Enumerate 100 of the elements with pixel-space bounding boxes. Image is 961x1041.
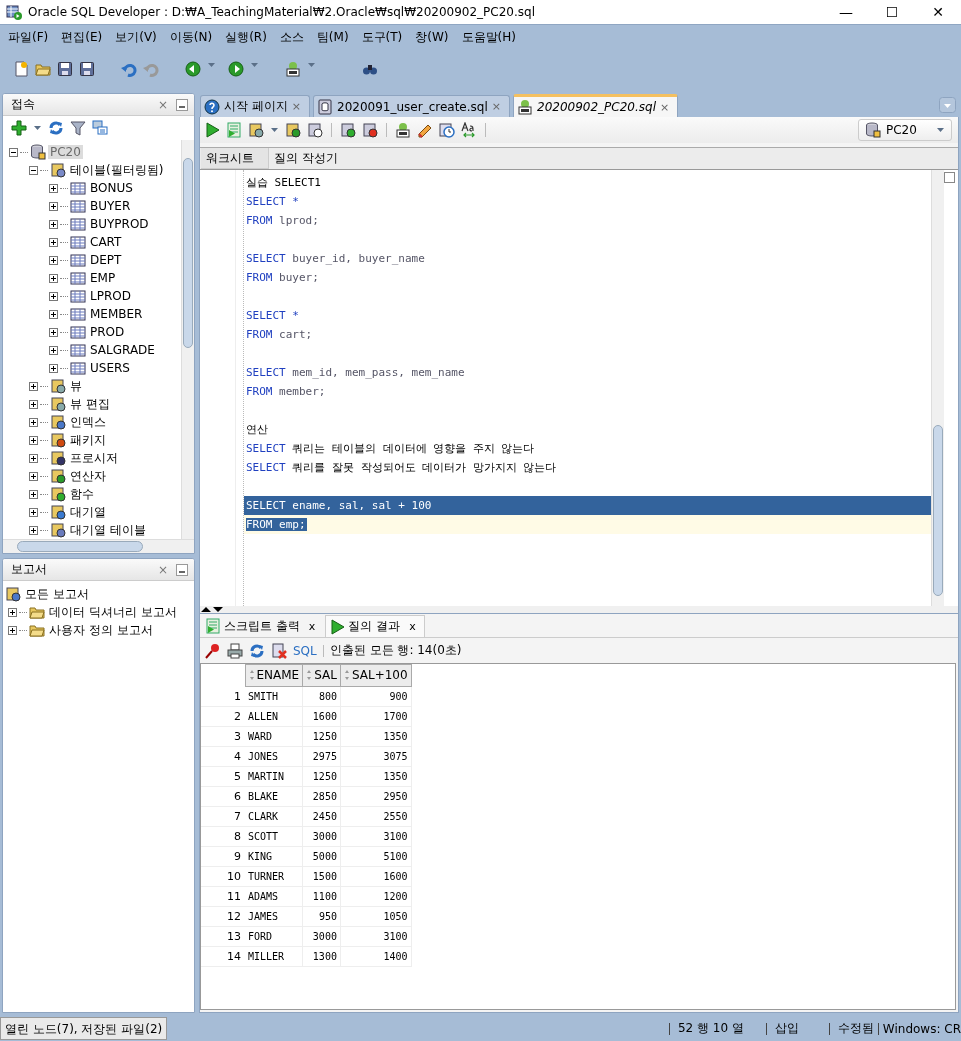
menu-item[interactable]: 소스: [274, 28, 312, 46]
tree-item[interactable]: CART: [88, 235, 124, 249]
vertical-scrollbar[interactable]: [181, 140, 194, 539]
report-folder-icon[interactable]: [29, 622, 45, 638]
tree-item[interactable]: 모든 보고서: [23, 585, 91, 603]
app-logo-icon[interactable]: [6, 4, 22, 20]
queue-folder-icon[interactable]: [50, 504, 66, 520]
new-file-icon[interactable]: [13, 61, 29, 77]
caret-icon[interactable]: [270, 126, 279, 134]
tree-item[interactable]: 사용자 정의 보고서: [47, 621, 155, 639]
tree-item[interactable]: PROD: [88, 325, 127, 339]
expand-icon[interactable]: [49, 273, 58, 283]
schema-browser-icon[interactable]: [92, 120, 108, 136]
table-icon[interactable]: [70, 234, 86, 250]
menu-item[interactable]: 도움말(H): [456, 28, 524, 46]
tree-item[interactable]: MEMBER: [88, 307, 145, 321]
menu-item[interactable]: 보기(V): [110, 28, 165, 46]
operator-folder-icon[interactable]: [50, 468, 66, 484]
package-folder-icon[interactable]: [50, 432, 66, 448]
expand-icon[interactable]: [29, 417, 38, 427]
expand-icon[interactable]: [29, 453, 38, 463]
caret-icon[interactable]: [33, 124, 42, 132]
worksheet-tab[interactable]: 워크시트: [201, 148, 269, 169]
table-icon[interactable]: [70, 252, 86, 268]
run-icon[interactable]: [204, 122, 220, 138]
view-folder-icon[interactable]: [50, 396, 66, 412]
expand-icon[interactable]: [49, 291, 58, 301]
tree-item[interactable]: 패키지: [68, 431, 108, 449]
table-icon[interactable]: [70, 306, 86, 322]
minimize-button[interactable]: —: [823, 4, 869, 20]
run-icon[interactable]: [329, 618, 346, 635]
database-icon[interactable]: [865, 122, 881, 138]
connection-dropdown[interactable]: PC20: [858, 119, 952, 141]
maximize-button[interactable]: ☐: [869, 4, 915, 20]
tree-item[interactable]: 뷰 편집: [68, 395, 112, 413]
back-icon[interactable]: [185, 61, 201, 77]
expand-icon[interactable]: [49, 219, 58, 229]
function-folder-icon[interactable]: [50, 486, 66, 502]
caret-icon[interactable]: [207, 61, 216, 69]
refresh-icon[interactable]: [249, 642, 265, 659]
tree-item[interactable]: DEPT: [88, 253, 124, 267]
column-header[interactable]: ENAME: [245, 664, 303, 687]
minimize-icon[interactable]: [176, 98, 188, 111]
table-icon[interactable]: [70, 288, 86, 304]
minimize-icon[interactable]: [176, 563, 188, 576]
table-icon[interactable]: [70, 342, 86, 358]
expand-icon[interactable]: [29, 525, 38, 535]
tree-item[interactable]: PC20: [48, 145, 83, 159]
expand-icon[interactable]: [49, 327, 58, 337]
open-folder-icon[interactable]: [35, 61, 51, 77]
document-tab[interactable]: 20200902_PC20.sql ×: [513, 94, 679, 117]
close-button[interactable]: ×: [291, 100, 302, 113]
table-icon[interactable]: [70, 270, 86, 286]
tree-item[interactable]: USERS: [88, 361, 132, 375]
add-icon[interactable]: [11, 120, 27, 136]
tree-item[interactable]: 프로시저: [68, 449, 120, 467]
menu-item[interactable]: 팀(M): [311, 28, 357, 46]
worksheet-tab[interactable]: 질의 작성기: [269, 148, 352, 169]
close-button[interactable]: ×: [157, 97, 168, 112]
close-button[interactable]: ×: [491, 100, 501, 113]
document-tab[interactable]: 2020091_user_create.sql ×: [313, 95, 510, 117]
expand-icon[interactable]: [29, 471, 38, 481]
sql-file-icon[interactable]: [317, 98, 334, 115]
view-folder-icon[interactable]: [50, 378, 66, 394]
expand-icon[interactable]: [8, 625, 17, 635]
collapse-icon[interactable]: [29, 165, 38, 175]
menu-item[interactable]: 이동(N): [164, 28, 221, 46]
tree-item[interactable]: LPROD: [88, 289, 133, 303]
run-script-icon[interactable]: [226, 122, 242, 138]
close-button[interactable]: ×: [660, 100, 670, 114]
expand-icon[interactable]: [29, 507, 38, 517]
procedure-folder-icon[interactable]: [50, 450, 66, 466]
save-icon[interactable]: [57, 61, 73, 77]
horizontal-scrollbar[interactable]: [3, 539, 194, 553]
menu-item[interactable]: 도구(T): [356, 28, 411, 46]
dropdown-icon[interactable]: [939, 97, 956, 113]
expand-icon[interactable]: [29, 399, 38, 409]
tree-item[interactable]: 대기열 테이블: [68, 521, 148, 539]
tree-item[interactable]: 뷰: [68, 377, 84, 395]
undo-icon[interactable]: [121, 61, 137, 77]
tree-item[interactable]: SALGRADE: [88, 343, 157, 357]
tree-item[interactable]: 함수: [68, 485, 96, 503]
collapse-icon[interactable]: [9, 147, 18, 157]
close-button[interactable]: ×: [157, 562, 168, 577]
index-folder-icon[interactable]: [50, 414, 66, 430]
expand-icon[interactable]: [49, 183, 58, 193]
column-header[interactable]: SAL+100: [340, 664, 412, 687]
menu-item[interactable]: 편집(E): [56, 28, 111, 46]
menu-item[interactable]: 창(W): [410, 28, 457, 46]
result-tab[interactable]: 스크립트 출력 x: [202, 615, 324, 637]
tree-item[interactable]: EMP: [88, 271, 118, 285]
expand-icon[interactable]: [49, 255, 58, 265]
script-output-icon[interactable]: [205, 618, 221, 634]
table-folder-icon[interactable]: [50, 162, 66, 178]
tree-item[interactable]: 연산자: [68, 467, 108, 485]
report-folder-icon[interactable]: [29, 604, 45, 620]
table-icon[interactable]: [70, 324, 86, 340]
eraser-icon[interactable]: [417, 122, 433, 138]
menu-item[interactable]: 파일(F): [3, 28, 57, 46]
sql-link[interactable]: SQL: [293, 643, 317, 658]
